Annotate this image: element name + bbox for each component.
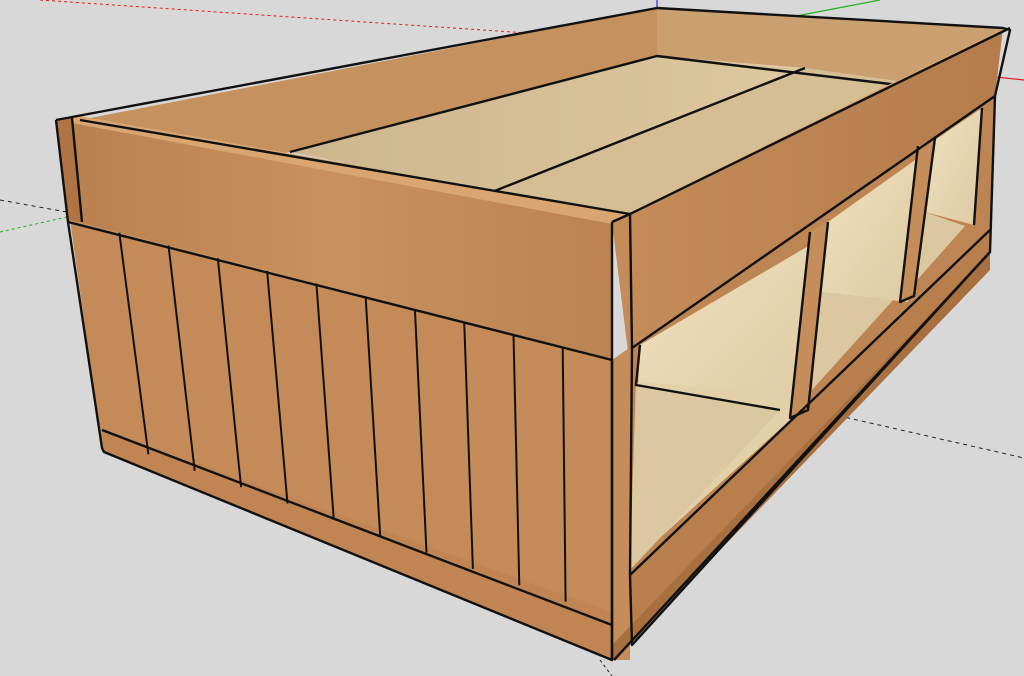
- corner-post: [612, 348, 632, 660]
- sketchup-viewport[interactable]: [0, 0, 1024, 676]
- model-canvas[interactable]: [0, 0, 1024, 676]
- bed-box[interactable]: [54, 6, 1012, 662]
- inference-line-bottom: [599, 659, 613, 676]
